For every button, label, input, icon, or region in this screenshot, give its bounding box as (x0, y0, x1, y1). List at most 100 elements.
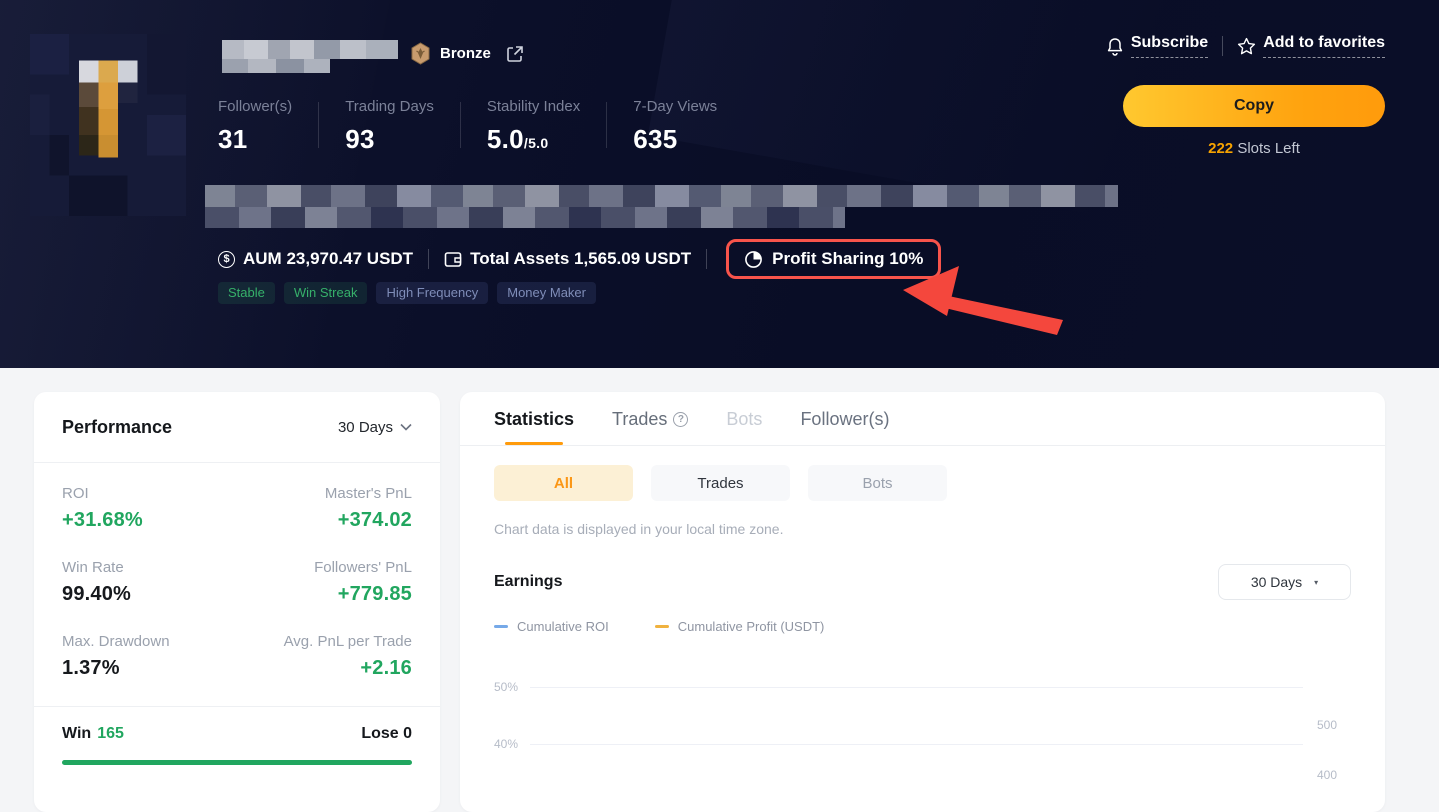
legend-label: Cumulative Profit (USDT) (678, 619, 825, 634)
stat-7day-views: 7-Day Views 635 (633, 98, 717, 155)
info-divider (428, 249, 429, 269)
metric-label: Win Rate (62, 559, 237, 576)
legend-cumulative-profit[interactable]: Cumulative Profit (USDT) (655, 619, 825, 634)
hero-stats-row: Follower(s) 31 Trading Days 93 Stability… (218, 98, 717, 155)
stat-divider (460, 102, 461, 148)
lose-count: Lose 0 (361, 725, 412, 743)
legend-label: Cumulative ROI (517, 619, 609, 634)
gridline-40pct: 40% (494, 737, 1351, 751)
metric-label: Avg. PnL per Trade (237, 633, 412, 650)
performance-period-dropdown[interactable]: 30 Days (338, 419, 412, 436)
performance-period-label: 30 Days (338, 419, 393, 436)
stat-value: 635 (633, 124, 717, 155)
card-divider (34, 706, 440, 707)
stat-divider (606, 102, 607, 148)
trader-name-blurred (222, 40, 398, 73)
filter-all-button[interactable]: All (494, 465, 633, 501)
tag-money-maker: Money Maker (497, 282, 596, 304)
stat-value: 93 (345, 124, 434, 155)
slots-label: Slots Left (1237, 140, 1300, 157)
win-lose-ratio-bar (62, 760, 412, 765)
help-circle-icon[interactable]: ? (673, 412, 688, 427)
performance-metrics: ROI +31.68% Master's PnL +374.02 Win Rat… (62, 485, 412, 680)
legend-cumulative-roi[interactable]: Cumulative ROI (494, 619, 609, 634)
metric-label: Followers' PnL (237, 559, 412, 576)
stat-divider (318, 102, 319, 148)
external-link-icon[interactable] (506, 45, 524, 63)
aum-value: AUM 23,970.47 USDT (243, 249, 413, 269)
stat-value: 5.0/5.0 (487, 124, 580, 155)
y-axis-tick-left: 40% (494, 737, 530, 751)
stat-label: 7-Day Views (633, 98, 717, 115)
metric-roi: ROI +31.68% (62, 485, 237, 532)
tab-label: Trades (612, 409, 667, 430)
account-info-row: $ AUM 23,970.47 USDT Total Assets 1,565.… (218, 236, 941, 282)
tag-high-frequency: High Frequency (376, 282, 488, 304)
metric-avg-pnl-per-trade: Avg. PnL per Trade +2.16 (237, 633, 412, 680)
earnings-title: Earnings (494, 573, 562, 591)
tag-stable: Stable (218, 282, 275, 304)
metric-label: ROI (62, 485, 237, 502)
stat-followers: Follower(s) 31 (218, 98, 292, 155)
total-assets-value: Total Assets 1,565.09 USDT (470, 249, 691, 269)
slots-count: 222 (1208, 140, 1233, 157)
metric-value: +2.16 (237, 657, 412, 680)
panel-tabs: Statistics Trades ? Bots Follower(s) (494, 392, 1351, 445)
tabs-divider (460, 445, 1385, 446)
earnings-period-label: 30 Days (1251, 574, 1302, 590)
win-count: Win165 (62, 725, 124, 743)
metric-win-rate: Win Rate 99.40% (62, 559, 237, 606)
chart-legend: Cumulative ROI Cumulative Profit (USDT) (494, 619, 1351, 634)
metric-value: 99.40% (62, 583, 237, 606)
metric-value: 1.37% (62, 657, 237, 680)
bell-icon (1106, 37, 1124, 56)
aum-info: $ AUM 23,970.47 USDT (218, 249, 413, 269)
metric-value: +779.85 (237, 583, 412, 606)
add-to-favorites-button[interactable]: Add to favorites (1237, 34, 1385, 58)
pie-chart-icon (744, 250, 763, 269)
bronze-badge-icon (410, 42, 431, 65)
badge-label: Bronze (440, 45, 491, 62)
gridline (530, 744, 1303, 745)
stat-value-suffix: /5.0 (524, 135, 549, 151)
chart-filters: All Trades Bots (494, 465, 1351, 501)
stat-trading-days: Trading Days 93 (345, 98, 434, 155)
metric-masters-pnl: Master's PnL +374.02 (237, 485, 412, 532)
win-value: 165 (97, 725, 124, 742)
legend-swatch-blue (494, 625, 508, 628)
metric-label: Max. Drawdown (62, 633, 237, 650)
wallet-icon (444, 251, 462, 268)
y-axis-tick-left: 50% (494, 680, 530, 694)
trader-description-blurred (205, 185, 1118, 228)
trader-tags: Stable Win Streak High Frequency Money M… (218, 282, 596, 304)
statistics-panel: Statistics Trades ? Bots Follower(s) All… (460, 392, 1385, 812)
caret-down-icon: ▾ (1314, 578, 1318, 587)
filter-bots-button[interactable]: Bots (808, 465, 947, 501)
metric-value: +31.68% (62, 509, 237, 532)
chevron-down-icon (400, 423, 412, 431)
tab-bots[interactable]: Bots (726, 409, 762, 445)
filter-trades-button[interactable]: Trades (651, 465, 790, 501)
stat-label: Follower(s) (218, 98, 292, 115)
y-axis-tick-right: 400 (1317, 768, 1351, 782)
avatar (30, 34, 186, 216)
actions-divider (1222, 36, 1223, 56)
y-axis-tick-right: 500 (1317, 718, 1351, 732)
slots-left: 222 Slots Left (1123, 140, 1385, 157)
tab-statistics[interactable]: Statistics (494, 409, 574, 445)
gridline (530, 687, 1303, 688)
timezone-note: Chart data is displayed in your local ti… (494, 521, 1351, 537)
tab-followers[interactable]: Follower(s) (800, 409, 889, 445)
star-icon (1237, 37, 1256, 56)
subscribe-button[interactable]: Subscribe (1106, 34, 1208, 58)
earnings-period-dropdown[interactable]: 30 Days ▾ (1218, 564, 1351, 600)
copy-button[interactable]: Copy (1123, 85, 1385, 127)
favorites-label: Add to favorites (1263, 34, 1385, 58)
performance-title: Performance (62, 417, 172, 438)
tab-trades[interactable]: Trades ? (612, 409, 688, 445)
total-assets-info: Total Assets 1,565.09 USDT (444, 249, 691, 269)
legend-swatch-orange (655, 625, 669, 628)
stat-stability-index: Stability Index 5.0/5.0 (487, 98, 580, 155)
win-lose-row: Win165 Lose 0 (62, 725, 412, 743)
card-divider (34, 462, 440, 463)
